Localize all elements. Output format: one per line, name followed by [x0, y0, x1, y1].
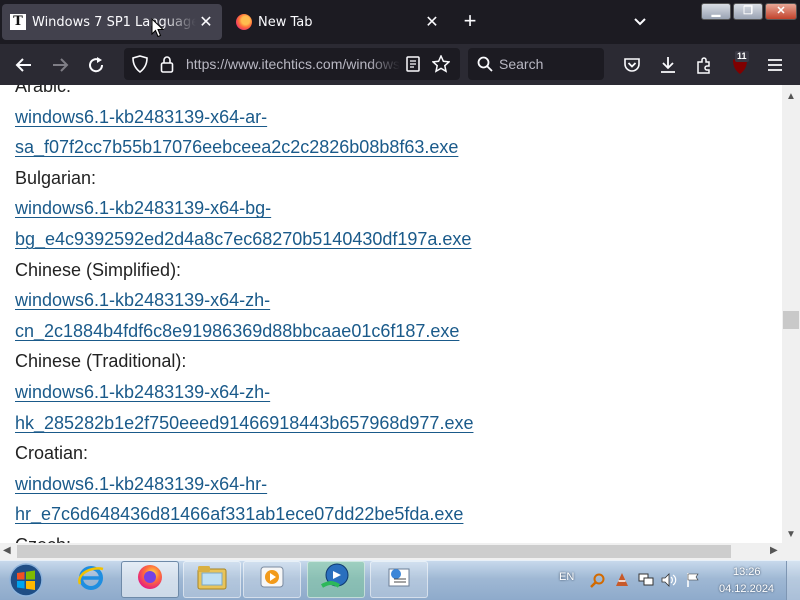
- language-heading: Croatian:: [15, 443, 89, 464]
- remote-desktop-icon: [319, 562, 353, 597]
- download-link-line[interactable]: windows6.1-kb2483139-x64-zh-: [15, 377, 775, 408]
- desktop-screen: T Windows 7 SP1 Language Pack ✕ New Tab …: [0, 0, 800, 600]
- media-player-icon: [257, 563, 287, 596]
- tracking-protection-shield-icon[interactable]: [132, 55, 148, 78]
- page-content: Arabic: windows6.1-kb2483139-x64-ar-sa_f0…: [0, 85, 782, 543]
- firefox-icon: [135, 562, 165, 597]
- itechtics-t-icon: T: [10, 14, 26, 30]
- network-tray-icon[interactable]: [638, 572, 654, 588]
- clock-date[interactable]: 04.12.2024: [719, 583, 774, 595]
- extensions-puzzle-icon[interactable]: [691, 52, 717, 78]
- language-heading: Chinese (Simplified):: [15, 259, 182, 280]
- download-link-line[interactable]: windows6.1-kb2483139-x64-hr-: [15, 469, 775, 500]
- tab-new-tab[interactable]: New Tab ✕: [228, 4, 448, 40]
- minimize-button[interactable]: ▁: [701, 3, 731, 20]
- back-arrow-icon[interactable]: [11, 52, 37, 78]
- download-link-line[interactable]: windows6.1-kb2483139-x64-ar-: [15, 102, 775, 133]
- language-heading: Bulgarian:: [15, 167, 97, 188]
- reader-view-icon[interactable]: [406, 56, 420, 77]
- scroll-down-arrow-icon[interactable]: ▼: [786, 530, 796, 540]
- taskbar-internet-explorer[interactable]: [62, 561, 120, 598]
- download-link-line[interactable]: hr_e7c6d648436d81466af331ab1ece07dd22be5…: [15, 499, 775, 530]
- search-key-tray-icon[interactable]: [590, 572, 606, 588]
- search-bar[interactable]: Search: [468, 48, 604, 80]
- language-heading: Czech:: [15, 530, 775, 543]
- scroll-right-arrow-icon[interactable]: ▶: [770, 546, 778, 556]
- tab-windows7-language-pack[interactable]: T Windows 7 SP1 Language Pack ✕: [2, 4, 222, 40]
- action-center-flag-icon[interactable]: [685, 572, 701, 588]
- download-link-line[interactable]: cn_2c1884b4fdf6c8e91986369d88bbcaae01c6f…: [15, 316, 775, 347]
- clock-time[interactable]: 13:26: [733, 566, 761, 578]
- horizontal-scroll-thumb[interactable]: [17, 545, 731, 558]
- download-link-line[interactable]: hk_285282b1e2f750eeed91466918443b657968d…: [15, 408, 775, 439]
- hamburger-menu-icon[interactable]: [762, 52, 788, 78]
- download-link-line[interactable]: windows6.1-kb2483139-x64-zh-: [15, 285, 775, 316]
- search-placeholder: Search: [499, 56, 544, 72]
- url-bar[interactable]: https://www.itechtics.com/windows: [124, 48, 460, 80]
- taskbar-remote-desktop[interactable]: [307, 561, 365, 598]
- download-link-line[interactable]: bg_e4c9392592ed2d4a8c7ec68270b5140430df1…: [15, 224, 775, 255]
- scroll-up-arrow-icon[interactable]: ▲: [786, 92, 796, 102]
- close-window-button[interactable]: ✕: [765, 3, 797, 20]
- vertical-scroll-thumb[interactable]: [783, 311, 799, 329]
- firefox-icon: [236, 14, 252, 30]
- language-heading: Chinese (Traditional):: [15, 351, 187, 372]
- tab-title: New Tab: [258, 14, 313, 30]
- reload-icon[interactable]: [83, 52, 109, 78]
- download-links-list: Arabic: windows6.1-kb2483139-x64-ar-sa_f0…: [15, 85, 775, 543]
- taskbar-control-panel[interactable]: [370, 561, 428, 598]
- mouse-pointer-icon: [151, 17, 165, 38]
- taskbar-firefox[interactable]: [121, 561, 179, 598]
- internet-explorer-icon: [76, 562, 106, 597]
- forward-arrow-icon[interactable]: [47, 52, 73, 78]
- maximize-button[interactable]: ❐: [733, 3, 763, 20]
- url-text: https://www.itechtics.com/windows: [186, 56, 400, 72]
- list-all-tabs-chevron-icon[interactable]: [628, 10, 652, 34]
- bookmark-star-icon[interactable]: [431, 54, 451, 78]
- volume-speaker-icon[interactable]: [661, 572, 677, 588]
- download-link-line[interactable]: windows6.1-kb2483139-x64-bg-: [15, 193, 775, 224]
- start-button[interactable]: [4, 562, 48, 598]
- taskbar-file-explorer[interactable]: [183, 561, 241, 598]
- close-tab-icon[interactable]: ✕: [196, 12, 216, 32]
- vlc-cone-tray-icon[interactable]: [614, 572, 630, 588]
- new-tab-plus-icon[interactable]: +: [458, 10, 482, 34]
- control-panel-icon: [384, 563, 414, 596]
- tab-title: Windows 7 SP1 Language Pack: [32, 14, 196, 30]
- padlock-icon[interactable]: [160, 55, 174, 78]
- show-desktop-button[interactable]: [786, 561, 800, 600]
- download-link-line[interactable]: sa_f07f2cc7b55b17076eebceea2c2c2826b08b8…: [15, 132, 775, 163]
- input-language-indicator[interactable]: EN: [559, 571, 574, 583]
- downloads-icon[interactable]: [655, 52, 681, 78]
- extension-badge-count: 11: [735, 51, 749, 62]
- scroll-left-arrow-icon[interactable]: ◀: [3, 546, 11, 556]
- close-tab-icon[interactable]: ✕: [422, 12, 442, 32]
- pocket-icon[interactable]: [619, 52, 645, 78]
- search-icon: [477, 56, 493, 77]
- taskbar-media-player[interactable]: [243, 561, 301, 598]
- language-heading: Arabic:: [15, 85, 72, 96]
- file-explorer-icon: [196, 563, 228, 596]
